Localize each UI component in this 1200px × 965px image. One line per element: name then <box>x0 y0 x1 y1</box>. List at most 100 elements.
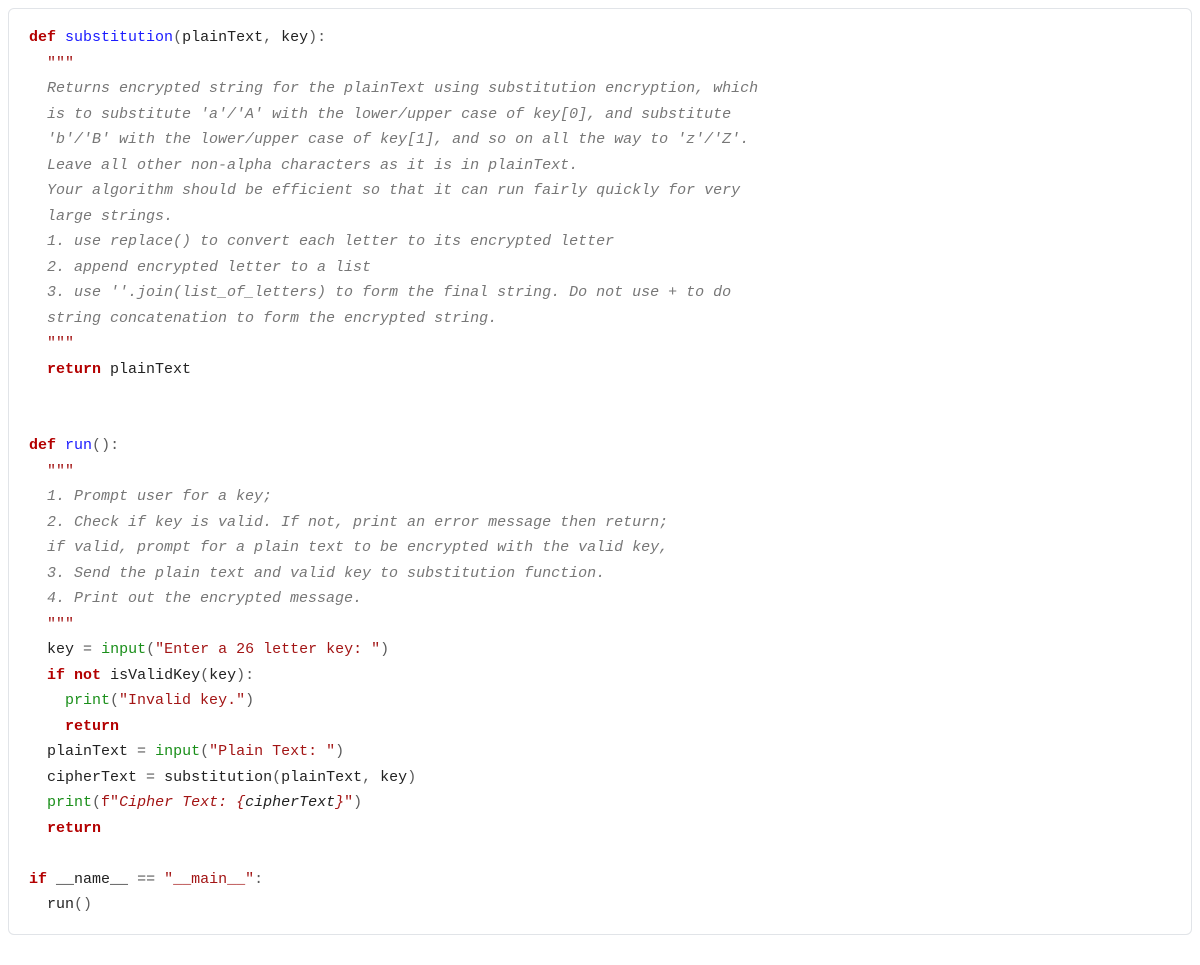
line: print(f"Cipher Text: {cipherText}") <box>29 794 362 811</box>
arg: plainText <box>281 769 362 786</box>
paren-open: ( <box>74 896 83 913</box>
kw-return: return <box>47 361 101 378</box>
line: return plainText <box>29 361 191 378</box>
paren-close: ) <box>83 896 92 913</box>
line: """ <box>29 55 74 72</box>
line: run() <box>29 896 92 913</box>
paren-close: ) <box>335 743 344 760</box>
paren-close: ) <box>353 794 362 811</box>
string: "Enter a 26 letter key: " <box>155 641 380 658</box>
eq-eq: == <box>137 871 155 888</box>
kw-def: def <box>29 29 56 46</box>
paren-close: ) <box>308 29 317 46</box>
docstring-line: 'b'/'B' with the lower/upper case of key… <box>29 131 749 148</box>
arg: key <box>281 29 308 46</box>
builtin: input <box>155 743 200 760</box>
line: """ <box>29 335 74 352</box>
code-block: def substitution(plainText, key): """ Re… <box>8 8 1192 935</box>
triple-quote: """ <box>47 55 74 72</box>
code-pre: def substitution(plainText, key): """ Re… <box>29 25 1171 918</box>
paren-open: ( <box>110 692 119 709</box>
string: "Invalid key." <box>119 692 245 709</box>
paren-close: ) <box>236 667 245 684</box>
docstring-line: Returns encrypted string for the plainTe… <box>29 80 758 97</box>
docstring-line: 3. Send the plain text and valid key to … <box>29 565 605 582</box>
line: print("Invalid key.") <box>29 692 254 709</box>
paren-open: ( <box>200 667 209 684</box>
paren-close: ) <box>380 641 389 658</box>
kw-if: if <box>29 871 47 888</box>
line: def run(): <box>29 437 119 454</box>
fn-name: substitution <box>65 29 173 46</box>
colon: : <box>317 29 326 46</box>
paren-close: ) <box>245 692 254 709</box>
var: plainText <box>110 361 191 378</box>
line: plainText = input("Plain Text: ") <box>29 743 344 760</box>
eq: = <box>137 743 146 760</box>
builtin: print <box>65 692 110 709</box>
triple-quote: """ <box>47 616 74 633</box>
kw-if: if <box>47 667 65 684</box>
line: def substitution(plainText, key): <box>29 29 326 46</box>
docstring-line: 2. Check if key is valid. If not, print … <box>29 514 668 531</box>
fn-call: run <box>47 896 74 913</box>
fn-call: substitution <box>164 769 272 786</box>
brace-open: { <box>236 794 245 811</box>
comma: , <box>362 769 371 786</box>
paren-open: ( <box>173 29 182 46</box>
fn-call: isValidKey <box>110 667 200 684</box>
eq: = <box>146 769 155 786</box>
dunder: __name__ <box>56 871 128 888</box>
docstring-line: is to substitute 'a'/'A' with the lower/… <box>29 106 731 123</box>
fn-name: run <box>65 437 92 454</box>
docstring-line: Your algorithm should be efficient so th… <box>29 182 740 199</box>
line: return <box>29 718 119 735</box>
var: cipherText <box>47 769 137 786</box>
paren-open: ( <box>272 769 281 786</box>
paren-open: ( <box>92 794 101 811</box>
fstring-body: Cipher Text: <box>119 794 236 811</box>
line: """ <box>29 616 74 633</box>
fstring-suffix: " <box>344 794 353 811</box>
brace-close: } <box>335 794 344 811</box>
line: return <box>29 820 101 837</box>
builtin: input <box>101 641 146 658</box>
interp-var: cipherText <box>245 794 335 811</box>
docstring-line: 1. Prompt user for a key; <box>29 488 272 505</box>
docstring-line: if valid, prompt for a plain text to be … <box>29 539 668 556</box>
line: if __name__ == "__main__": <box>29 871 263 888</box>
eq: = <box>83 641 92 658</box>
paren-open: ( <box>146 641 155 658</box>
colon: : <box>245 667 254 684</box>
colon: : <box>254 871 263 888</box>
triple-quote: """ <box>47 463 74 480</box>
arg: key <box>380 769 407 786</box>
arg: key <box>209 667 236 684</box>
paren-open: ( <box>200 743 209 760</box>
docstring-line: 1. use replace() to convert each letter … <box>29 233 614 250</box>
docstring-line: 2. append encrypted letter to a list <box>29 259 371 276</box>
paren-close: ) <box>101 437 110 454</box>
fstring-prefix: f" <box>101 794 119 811</box>
docstring-line: string concatenation to form the encrypt… <box>29 310 497 327</box>
kw-return: return <box>65 718 119 735</box>
line: cipherText = substitution(plainText, key… <box>29 769 416 786</box>
comma: , <box>263 29 272 46</box>
kw-def: def <box>29 437 56 454</box>
kw-not: not <box>74 667 101 684</box>
builtin: print <box>47 794 92 811</box>
line: if not isValidKey(key): <box>29 667 254 684</box>
paren-close: ) <box>407 769 416 786</box>
docstring-line: large strings. <box>29 208 173 225</box>
var: key <box>47 641 74 658</box>
docstring-line: 3. use ''.join(list_of_letters) to form … <box>29 284 731 301</box>
var: plainText <box>47 743 128 760</box>
triple-quote: """ <box>47 335 74 352</box>
docstring-line: Leave all other non-alpha characters as … <box>29 157 578 174</box>
paren-open: ( <box>92 437 101 454</box>
arg: plainText <box>182 29 263 46</box>
string: "Plain Text: " <box>209 743 335 760</box>
colon: : <box>110 437 119 454</box>
line: """ <box>29 463 74 480</box>
docstring-line: 4. Print out the encrypted message. <box>29 590 362 607</box>
